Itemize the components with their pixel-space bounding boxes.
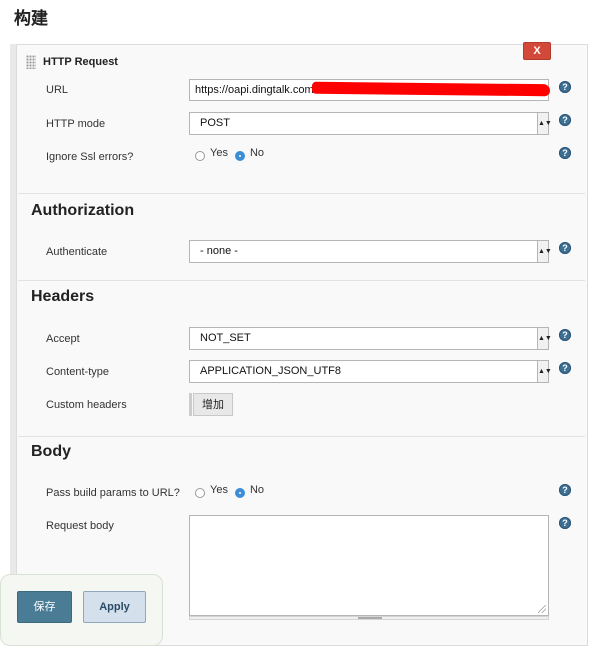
ignore-ssl-help-icon[interactable]: ? <box>559 147 571 159</box>
ignore-ssl-yes-radio[interactable] <box>195 151 205 161</box>
apply-button[interactable]: Apply <box>83 591 146 623</box>
pass-params-no-label: No <box>249 484 265 496</box>
panel-accent-bar <box>10 44 17 644</box>
content-type-help-icon[interactable]: ? <box>559 362 571 374</box>
ignore-ssl-no-label: No <box>249 147 265 159</box>
content-type-value: APPLICATION_JSON_UTF8 <box>200 365 341 377</box>
body-title: Body <box>31 443 71 460</box>
step-header: HTTP Request <box>26 54 118 70</box>
page-title: 构建 <box>14 9 48 29</box>
request-body-textarea[interactable] <box>189 515 549 616</box>
drag-handle-icon[interactable] <box>26 55 36 69</box>
section-divider <box>18 280 585 281</box>
chevron-down-icon: ▲▼ <box>537 113 552 134</box>
section-divider <box>18 436 585 437</box>
accept-value: NOT_SET <box>200 332 251 344</box>
authenticate-select[interactable]: - none - ▲▼ <box>189 240 552 263</box>
accept-select[interactable]: NOT_SET ▲▼ <box>189 327 552 350</box>
pass-params-no-radio[interactable] <box>234 488 245 498</box>
authenticate-value: - none - <box>200 245 238 257</box>
ignore-ssl-no-radio[interactable] <box>234 151 245 161</box>
save-button[interactable]: 保存 <box>17 591 72 623</box>
handle-grip-mark <box>358 617 382 619</box>
ignore-ssl-label: Ignore Ssl errors? <box>46 151 134 163</box>
chevron-down-icon: ▲▼ <box>537 241 552 262</box>
accept-help-icon[interactable]: ? <box>559 329 571 341</box>
add-button-edge <box>189 393 192 416</box>
section-divider <box>18 193 585 194</box>
url-label: URL <box>46 84 69 96</box>
request-body-label: Request body <box>46 520 114 532</box>
http-mode-help-icon[interactable]: ? <box>559 114 571 126</box>
pass-params-yes-label: Yes <box>210 484 228 496</box>
custom-headers-label: Custom headers <box>46 399 127 411</box>
pass-params-label: Pass build params to URL? <box>46 487 180 499</box>
pass-params-help-icon[interactable]: ? <box>559 484 571 496</box>
pass-params-yes-radio[interactable] <box>195 488 205 498</box>
url-help-icon[interactable]: ? <box>559 81 571 93</box>
http-mode-value: POST <box>200 117 230 129</box>
authorization-title: Authorization <box>31 202 135 219</box>
http-mode-label: HTTP mode <box>46 118 106 130</box>
delete-step-button[interactable]: X <box>523 42 551 60</box>
redaction-mark <box>311 81 551 97</box>
ignore-ssl-yes-label: Yes <box>210 147 228 159</box>
authenticate-help-icon[interactable]: ? <box>559 242 571 254</box>
content-type-select[interactable]: APPLICATION_JSON_UTF8 ▲▼ <box>189 360 552 383</box>
pass-params-radio-group: Yes No <box>195 484 271 499</box>
step-title: HTTP Request <box>43 56 118 68</box>
chevron-down-icon: ▲▼ <box>537 361 552 382</box>
resize-grip-icon[interactable] <box>538 605 546 613</box>
headers-title: Headers <box>31 288 95 305</box>
add-header-button[interactable]: 增加 <box>193 393 233 416</box>
http-mode-select[interactable]: POST ▲▼ <box>189 112 552 135</box>
request-body-help-icon[interactable]: ? <box>559 517 571 529</box>
chevron-down-icon: ▲▼ <box>537 328 552 349</box>
content-type-label: Content-type <box>46 366 109 378</box>
authenticate-label: Authenticate <box>46 246 108 258</box>
ignore-ssl-radio-group: Yes No <box>195 147 271 162</box>
accept-label: Accept <box>46 333 80 345</box>
